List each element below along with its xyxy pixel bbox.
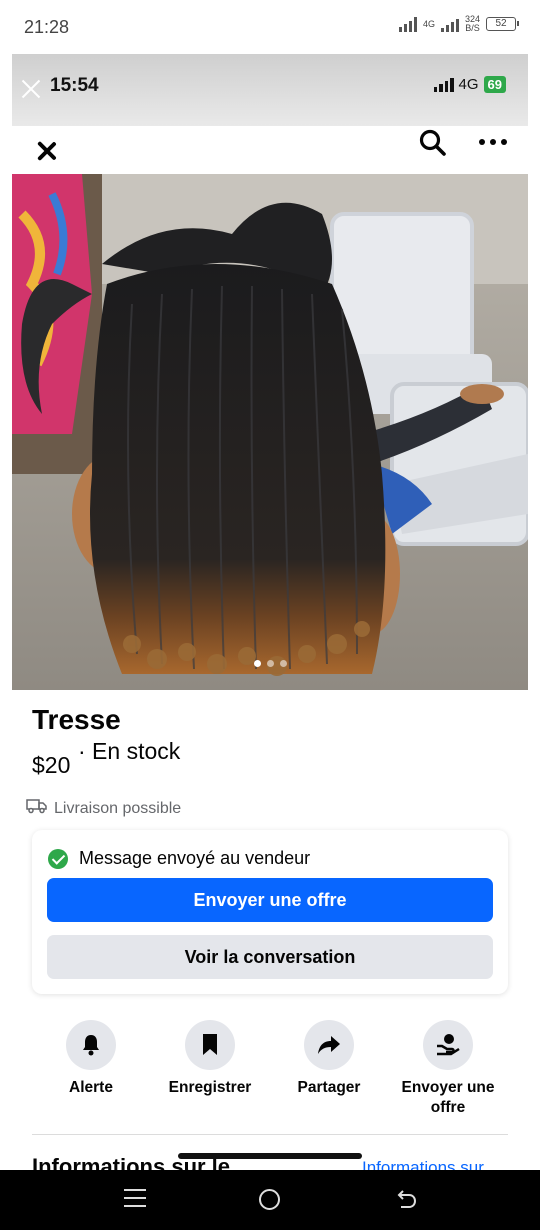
network-speed: 324 B/S: [465, 15, 480, 33]
seller-info-link[interactable]: Informations sur: [362, 1158, 484, 1170]
pagination-dot[interactable]: [280, 660, 287, 667]
screenshot-frame: 15:54 4G 69 Tresse $20 · En stock Livrai…: [12, 54, 528, 1170]
close-icon[interactable]: [34, 138, 60, 164]
inner-status-bar: 15:54 4G 69: [12, 54, 528, 126]
close-icon[interactable]: [20, 78, 42, 100]
battery-icon: 52: [486, 17, 519, 31]
marketplace-header: [12, 126, 528, 174]
system-navigation-bar: [0, 1170, 540, 1230]
listing-title: Tresse: [32, 704, 121, 735]
search-icon[interactable]: [418, 128, 448, 158]
offer-icon[interactable]: [423, 1020, 473, 1070]
pagination-dot[interactable]: [267, 660, 274, 667]
back-icon[interactable]: [394, 1188, 418, 1212]
signal-icon: [398, 16, 417, 32]
speed-unit: B/S: [465, 23, 480, 33]
signal-icon-2: [440, 16, 459, 32]
recent-apps-icon[interactable]: [124, 1189, 146, 1209]
share-icon[interactable]: [304, 1020, 354, 1070]
alert-label: Alerte: [69, 1079, 113, 1096]
home-indicator: [178, 1153, 362, 1159]
device-clock: 21:28: [24, 17, 70, 37]
alert-action[interactable]: Alerte: [36, 1020, 146, 1098]
more-options-icon[interactable]: [476, 128, 510, 158]
device-status-bar: 21:28 4G 324 B/S 52: [0, 0, 540, 54]
pagination-dot[interactable]: [254, 660, 261, 667]
section-divider: [32, 1134, 508, 1135]
bookmark-icon[interactable]: [185, 1020, 235, 1070]
check-icon: [48, 848, 68, 869]
inner-network-type: 4G: [458, 76, 479, 93]
send-offer-action[interactable]: Envoyer une offre: [393, 1020, 503, 1118]
stock-status: · En stock: [78, 738, 181, 764]
device-status-icons: 4G 324 B/S 52: [398, 15, 519, 33]
inner-status-icons: 4G 69: [433, 76, 506, 93]
send-offer-label: Envoyer une offre: [401, 1079, 495, 1116]
message-sent-label: Message envoyé au vendeur: [79, 848, 311, 868]
listing-photo[interactable]: [12, 174, 528, 690]
inner-clock: 15:54: [50, 75, 99, 96]
save-action[interactable]: Enregistrer: [155, 1020, 265, 1098]
save-label: Enregistrer: [168, 1079, 252, 1096]
message-sent-card: Message envoyé au vendeur Envoyer une of…: [32, 830, 508, 994]
signal-icon: [433, 77, 454, 92]
truck-icon: [26, 798, 48, 819]
send-offer-button[interactable]: Envoyer une offre: [47, 878, 493, 922]
bell-icon[interactable]: [66, 1020, 116, 1070]
share-action[interactable]: Partager: [274, 1020, 384, 1098]
photo-pagination[interactable]: [254, 660, 287, 667]
battery-icon: 69: [483, 76, 506, 93]
message-sent-status: Message envoyé au vendeur: [48, 848, 310, 869]
braids-photo-image: [12, 174, 528, 690]
view-conversation-button[interactable]: Voir la conversation: [47, 935, 493, 979]
home-icon[interactable]: [259, 1189, 280, 1210]
share-label: Partager: [297, 1079, 361, 1096]
network-type: 4G: [422, 18, 435, 29]
listing-price: $20: [32, 752, 71, 778]
delivery-info: Livraison possible: [26, 798, 181, 819]
delivery-label: Livraison possible: [54, 799, 182, 817]
